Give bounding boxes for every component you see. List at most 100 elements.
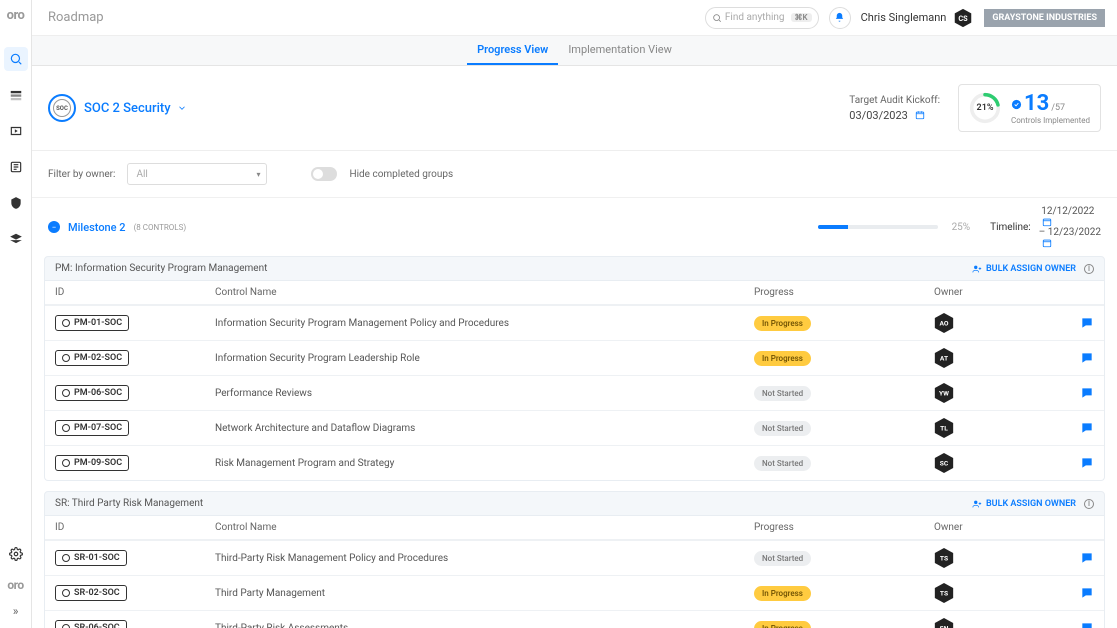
progress-pct: 21%	[969, 92, 1001, 124]
hide-completed-toggle[interactable]	[311, 167, 337, 181]
owner-avatar[interactable]: AO	[934, 312, 954, 334]
svg-text:CS: CS	[959, 13, 969, 22]
filter-owner-select[interactable]: All	[127, 163, 267, 185]
group-pm-title: PM: Information Security Program Managem…	[55, 263, 267, 274]
control-id-tag[interactable]: SR-02-SOC	[55, 585, 127, 601]
owner-avatar[interactable]: TL	[934, 417, 954, 439]
user-avatar[interactable]: CS	[952, 7, 974, 29]
status-badge: Not Started	[754, 386, 811, 401]
status-badge: Not Started	[754, 456, 811, 471]
svg-text:AO: AO	[939, 320, 948, 328]
control-name[interactable]: Network Architecture and Dataflow Diagra…	[215, 423, 754, 434]
calendar-icon[interactable]	[915, 110, 925, 120]
controls-implemented-label: Controls Implemented	[1011, 116, 1090, 125]
control-name[interactable]: Information Security Program Management …	[215, 318, 754, 329]
calendar-icon[interactable]	[1042, 238, 1052, 248]
owner-avatar[interactable]: SN	[934, 617, 954, 628]
comment-icon[interactable]	[1080, 586, 1094, 600]
search-input[interactable]: Find anything ⌘K	[705, 7, 819, 29]
control-name[interactable]: Risk Management Program and Strategy	[215, 458, 754, 469]
audit-kickoff-label: Target Audit Kickoff:	[849, 95, 940, 106]
stats-box: 21% 13 /57 Controls Implemented	[958, 84, 1101, 132]
comment-icon[interactable]	[1080, 621, 1094, 628]
milestone-2-collapse-icon[interactable]: −	[48, 221, 60, 233]
comment-icon[interactable]	[1080, 421, 1094, 435]
control-id-tag[interactable]: PM-02-SOC	[55, 350, 129, 366]
control-id-tag[interactable]: SR-06-SOC	[55, 620, 127, 628]
control-id-tag[interactable]: PM-06-SOC	[55, 385, 129, 401]
search-icon	[712, 13, 722, 23]
framework-selector[interactable]: SOC 2 Security	[84, 101, 187, 116]
status-badge: Not Started	[754, 421, 811, 436]
status-badge: In Progress	[754, 621, 811, 628]
bulk-assign-owner-button[interactable]: BULK ASSIGN OWNER i	[972, 499, 1094, 509]
control-name[interactable]: Performance Reviews	[215, 388, 754, 399]
status-badge: In Progress	[754, 586, 811, 601]
comment-icon[interactable]	[1080, 386, 1094, 400]
control-name[interactable]: Third Party Management	[215, 588, 754, 599]
control-id-tag[interactable]: PM-01-SOC	[55, 315, 129, 331]
table-header: ID Control Name Progress Owner	[45, 516, 1104, 540]
collapse-sidebar-icon[interactable]: »	[13, 604, 19, 618]
table-row: PM-06-SOC Performance Reviews Not Starte…	[45, 375, 1104, 410]
nav-tasks-icon[interactable]	[4, 155, 28, 179]
user-name[interactable]: Chris Singlemann	[861, 11, 947, 24]
col-progress: Progress	[754, 287, 934, 298]
bulk-assign-label: BULK ASSIGN OWNER	[986, 499, 1076, 509]
notifications-icon[interactable]	[829, 7, 851, 29]
milestone-2-name[interactable]: Milestone 2	[68, 221, 126, 234]
owner-avatar[interactable]: SC	[934, 452, 954, 474]
nav-controls-icon[interactable]	[4, 119, 28, 143]
table-row: SR-02-SOC Third Party Management In Prog…	[45, 575, 1104, 610]
comment-icon[interactable]	[1080, 456, 1094, 470]
comment-icon[interactable]	[1080, 351, 1094, 365]
comment-icon[interactable]	[1080, 551, 1094, 565]
col-owner: Owner	[934, 522, 1054, 533]
svg-text:TL: TL	[940, 425, 948, 433]
hide-completed-label: Hide completed groups	[349, 169, 453, 180]
control-name[interactable]: Third-Party Risk Assessments	[215, 623, 754, 628]
person-add-icon	[972, 499, 982, 509]
owner-avatar[interactable]: AT	[934, 347, 954, 369]
filter-owner-value: All	[136, 169, 147, 180]
controls-implemented-count: 13	[1024, 91, 1049, 116]
svg-text:AT: AT	[940, 355, 948, 363]
sidebar: oro oro »	[0, 0, 32, 628]
milestone-2-progress-bar	[818, 225, 938, 229]
comment-icon[interactable]	[1080, 316, 1094, 330]
control-name[interactable]: Information Security Program Leadership …	[215, 353, 754, 364]
nav-roadmap-icon[interactable]	[4, 47, 28, 71]
table-header: ID Control Name Progress Owner	[45, 281, 1104, 305]
group-pm-header: PM: Information Security Program Managem…	[44, 256, 1105, 281]
control-id-tag[interactable]: SR-01-SOC	[55, 550, 127, 566]
filter-owner-label: Filter by owner:	[48, 169, 115, 180]
owner-avatar[interactable]: YW	[934, 382, 954, 404]
bulk-assign-owner-button[interactable]: BULK ASSIGN OWNER i	[972, 264, 1094, 274]
tabs: Progress View Implementation View	[32, 36, 1117, 66]
table-row: PM-09-SOC Risk Management Program and St…	[45, 445, 1104, 480]
owner-avatar[interactable]: TS	[934, 547, 954, 569]
framework-name-label: SOC 2 Security	[84, 101, 171, 116]
control-name[interactable]: Third-Party Risk Management Policy and P…	[215, 553, 754, 564]
tab-implementation-view[interactable]: Implementation View	[558, 43, 682, 65]
controls-total-count: /57	[1051, 103, 1065, 113]
calendar-icon[interactable]	[1042, 217, 1052, 227]
status-badge: In Progress	[754, 351, 811, 366]
chevron-down-icon	[177, 103, 187, 113]
nav-training-icon[interactable]	[4, 227, 28, 251]
svg-text:TS: TS	[940, 555, 948, 563]
nav-policies-icon[interactable]	[4, 191, 28, 215]
owner-avatar[interactable]: TS	[934, 582, 954, 604]
col-owner: Owner	[934, 287, 1054, 298]
control-id-tag[interactable]: PM-07-SOC	[55, 420, 129, 436]
info-icon[interactable]: i	[1084, 264, 1094, 274]
filter-row: Filter by owner: All Hide completed grou…	[32, 151, 1117, 198]
control-id-tag[interactable]: PM-09-SOC	[55, 455, 129, 471]
nav-frameworks-icon[interactable]	[4, 83, 28, 107]
group-sr-title: SR: Third Party Risk Management	[55, 498, 203, 509]
tab-progress-view[interactable]: Progress View	[467, 43, 558, 65]
status-badge: In Progress	[754, 316, 811, 331]
info-icon[interactable]: i	[1084, 499, 1094, 509]
settings-icon[interactable]	[4, 542, 28, 566]
progress-ring: 21%	[969, 92, 1001, 124]
